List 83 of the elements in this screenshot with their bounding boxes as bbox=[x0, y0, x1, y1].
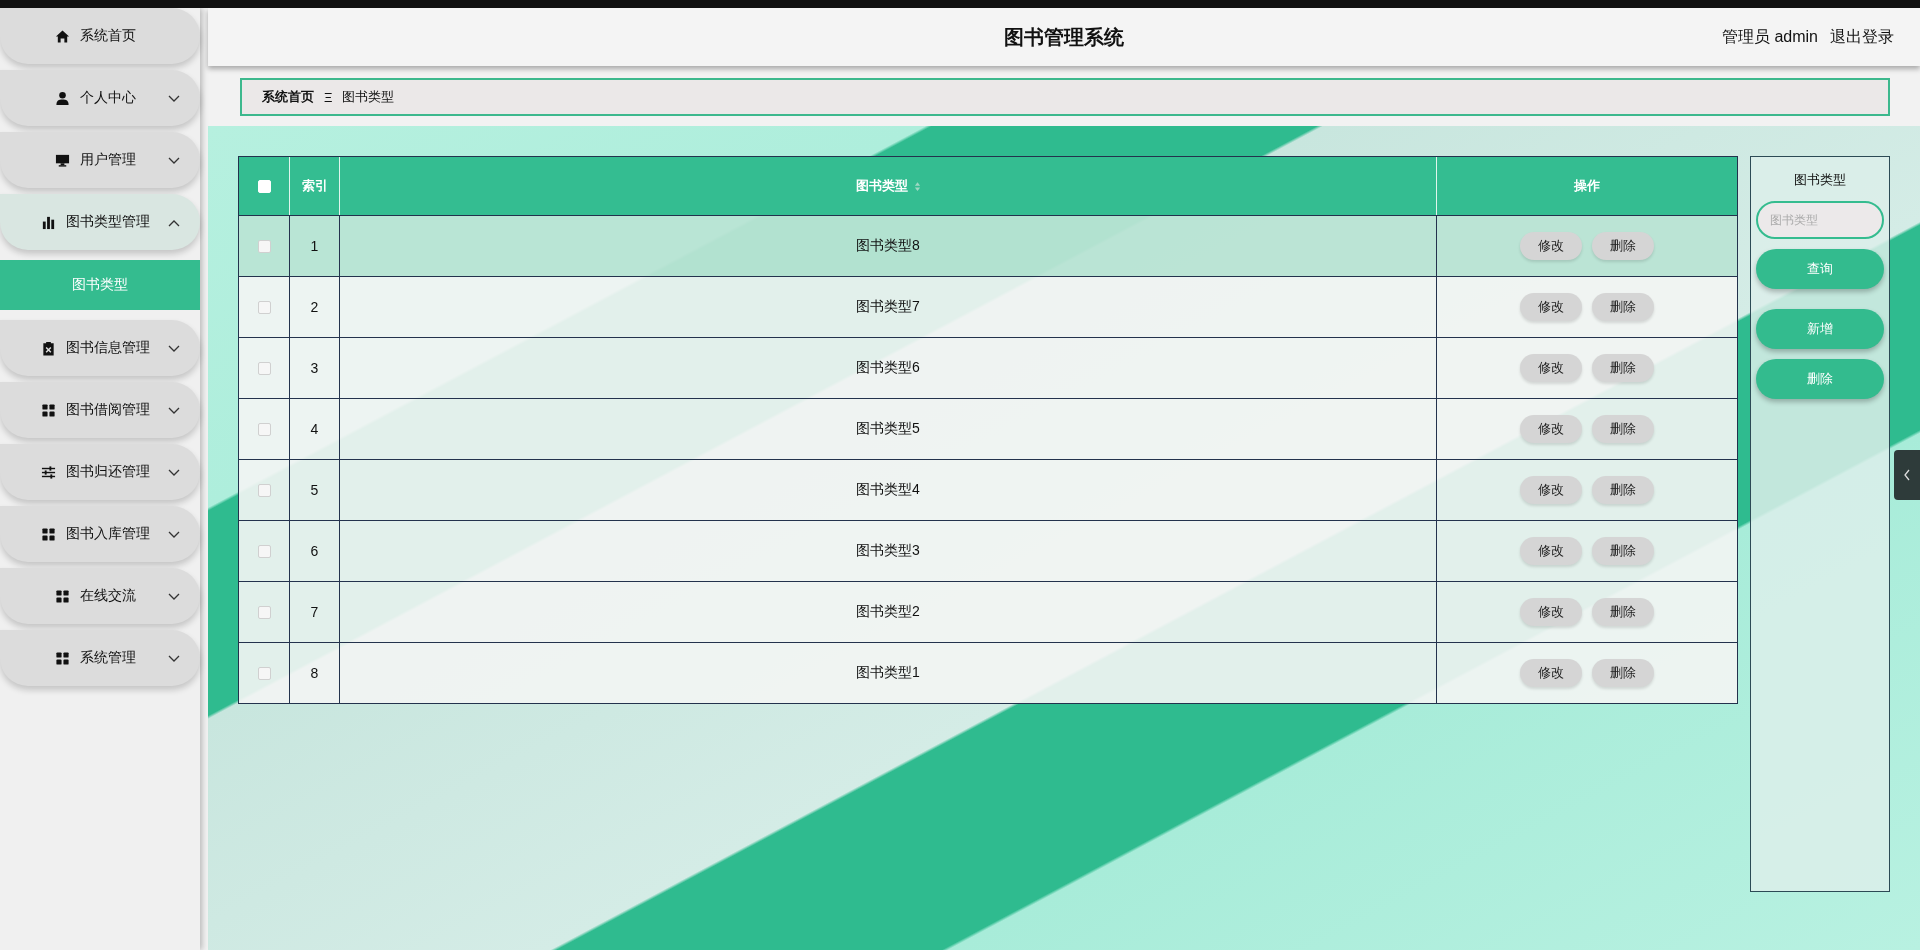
table-cell: 8 bbox=[310, 665, 319, 681]
caret-icon bbox=[168, 531, 180, 539]
column-header: 操作 bbox=[1574, 177, 1600, 195]
caret-icon bbox=[168, 157, 180, 165]
sidebar-item[interactable]: 图书入库管理 bbox=[0, 506, 200, 562]
table-cell: 图书类型2 bbox=[856, 603, 920, 621]
search-label: 图书类型 bbox=[1794, 171, 1846, 189]
edit-button[interactable]: 修改 bbox=[1520, 232, 1582, 260]
caret-icon bbox=[168, 469, 180, 477]
row-checkbox[interactable] bbox=[257, 483, 271, 497]
column-header: 图书类型 bbox=[855, 177, 908, 195]
sliders-icon bbox=[40, 464, 56, 480]
caret-icon bbox=[168, 655, 180, 663]
sidebar-item[interactable]: 系统首页 bbox=[0, 8, 200, 64]
delete-button[interactable]: 删除 bbox=[1592, 293, 1654, 321]
edit-button[interactable]: 修改 bbox=[1520, 537, 1582, 565]
row-checkbox[interactable] bbox=[257, 666, 271, 680]
sidebar-item[interactable]: 图书借阅管理 bbox=[0, 382, 200, 438]
table-cell: 1 bbox=[310, 238, 319, 254]
table-cell: 7 bbox=[310, 604, 319, 620]
select-all-checkbox[interactable] bbox=[257, 179, 271, 193]
table-cell: 图书类型8 bbox=[856, 237, 920, 255]
table-cell: 图书类型4 bbox=[856, 481, 920, 499]
edit-button[interactable]: 修改 bbox=[1520, 476, 1582, 504]
table-cell: 图书类型6 bbox=[856, 359, 920, 377]
delete-button[interactable]: 删除 bbox=[1592, 537, 1654, 565]
row-checkbox[interactable] bbox=[257, 605, 271, 619]
delete-button[interactable]: 删除 bbox=[1592, 598, 1654, 626]
row-checkbox[interactable] bbox=[257, 361, 271, 375]
clipboard-icon bbox=[40, 340, 56, 356]
table-cell: 5 bbox=[310, 482, 319, 498]
edit-button[interactable]: 修改 bbox=[1520, 415, 1582, 443]
delete-button[interactable]: 删除 bbox=[1592, 659, 1654, 687]
logout-link[interactable]: 退出登录 bbox=[1830, 26, 1894, 48]
table-cell: 图书类型7 bbox=[856, 298, 920, 316]
caret-icon bbox=[168, 345, 180, 353]
edit-button[interactable]: 修改 bbox=[1520, 293, 1582, 321]
grid-icon bbox=[40, 402, 56, 418]
table-cell: 图书类型1 bbox=[856, 664, 920, 682]
row-checkbox[interactable] bbox=[257, 239, 271, 253]
sidebar-item[interactable]: 图书类型管理 bbox=[0, 194, 200, 250]
home-icon bbox=[54, 28, 70, 44]
row-checkbox[interactable] bbox=[257, 300, 271, 314]
sidebar-item[interactable]: 在线交流 bbox=[0, 568, 200, 624]
row-checkbox[interactable] bbox=[257, 422, 271, 436]
sidebar-item[interactable]: 图书归还管理 bbox=[0, 444, 200, 500]
table-cell: 图书类型5 bbox=[856, 420, 920, 438]
delete-button[interactable]: 删除 bbox=[1592, 415, 1654, 443]
delete-button[interactable]: 删除 bbox=[1592, 476, 1654, 504]
edit-button[interactable]: 修改 bbox=[1520, 598, 1582, 626]
edit-button[interactable]: 修改 bbox=[1520, 659, 1582, 687]
person-icon bbox=[54, 90, 70, 106]
table-cell: 4 bbox=[310, 421, 319, 437]
sort-icon[interactable] bbox=[913, 180, 921, 192]
grid-icon bbox=[54, 650, 70, 666]
sidebar-item[interactable]: 系统管理 bbox=[0, 630, 200, 686]
edit-button[interactable]: 修改 bbox=[1520, 354, 1582, 382]
table-cell: 图书类型3 bbox=[856, 542, 920, 560]
breadcrumb-link[interactable]: 图书类型 bbox=[342, 88, 395, 106]
grid-icon bbox=[54, 588, 70, 604]
delete-button[interactable]: 删除 bbox=[1592, 232, 1654, 260]
caret-icon bbox=[168, 95, 180, 103]
table-cell: 6 bbox=[310, 543, 319, 559]
caret-icon bbox=[168, 407, 180, 415]
collapse-handle[interactable] bbox=[1894, 450, 1920, 500]
delete-button[interactable]: 删除 bbox=[1592, 354, 1654, 382]
row-checkbox[interactable] bbox=[257, 544, 271, 558]
caret-icon bbox=[168, 219, 180, 227]
app-title: 图书管理系统 bbox=[1004, 24, 1124, 50]
sidebar-item[interactable]: 个人中心 bbox=[0, 70, 200, 126]
breadcrumb-separator: Ξ bbox=[324, 89, 333, 105]
breadcrumb-link[interactable]: 系统首页 bbox=[262, 88, 314, 106]
bar-chart-icon bbox=[40, 214, 56, 230]
caret-icon bbox=[168, 593, 180, 601]
search-field[interactable]: 图书类型 bbox=[1756, 201, 1884, 239]
column-header: 索引 bbox=[301, 177, 328, 195]
table-cell: 3 bbox=[310, 360, 319, 376]
user-label: 管理员 admin bbox=[1721, 26, 1818, 47]
table-cell: 2 bbox=[310, 299, 319, 315]
grid-icon bbox=[40, 526, 56, 542]
sidebar-item[interactable]: 图书信息管理 bbox=[0, 320, 200, 376]
sidebar-item[interactable]: 用户管理 bbox=[0, 132, 200, 188]
monitor-icon bbox=[54, 152, 70, 168]
